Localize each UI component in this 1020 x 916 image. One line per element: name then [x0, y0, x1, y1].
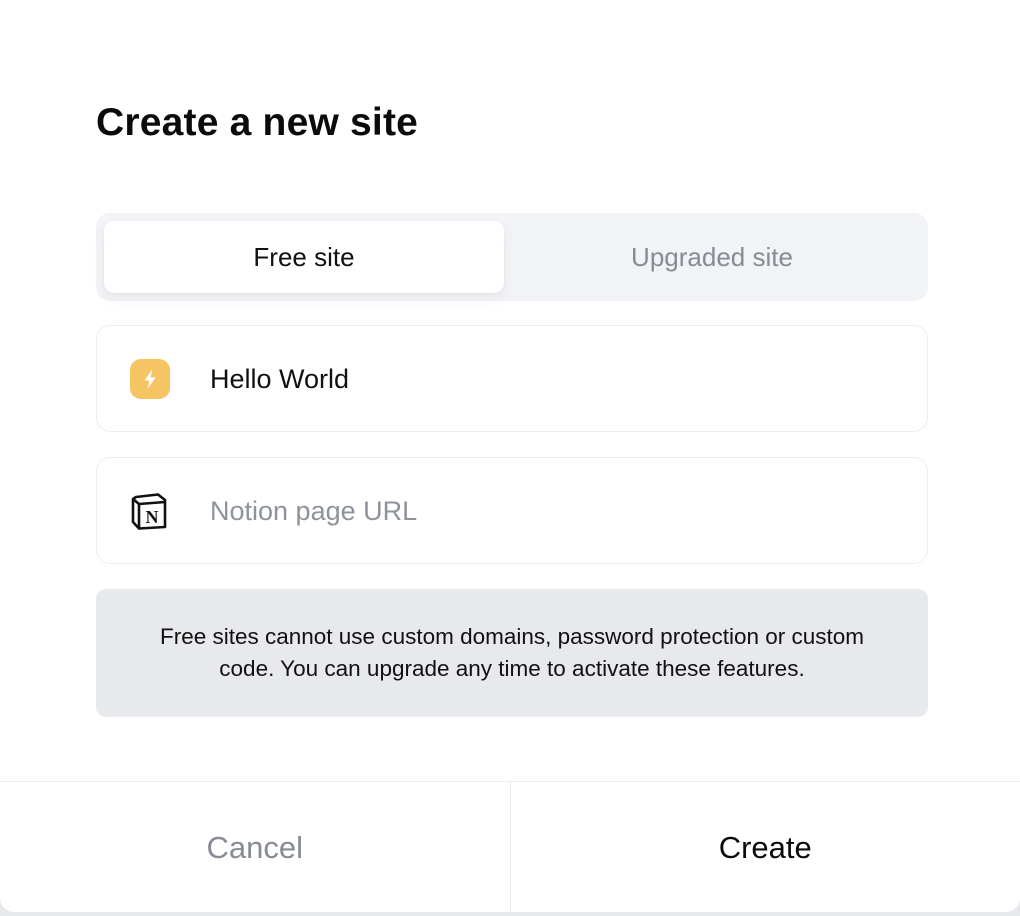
site-name-field	[96, 325, 928, 432]
cancel-button[interactable]: Cancel	[0, 782, 511, 912]
notion-logo-icon: N	[130, 491, 170, 531]
tab-free-site[interactable]: Free site	[104, 221, 504, 293]
dialog-footer: Cancel Create	[0, 781, 1020, 912]
create-button[interactable]: Create	[510, 782, 1020, 912]
lightning-bolt-icon	[130, 359, 170, 399]
notice-text: Free sites cannot use custom domains, pa…	[159, 624, 865, 681]
create-site-dialog: Create a new site Free site Upgraded sit…	[0, 0, 1020, 912]
notion-url-field: N	[96, 457, 928, 564]
free-site-notice: Free sites cannot use custom domains, pa…	[96, 589, 928, 717]
site-type-toggle: Free site Upgraded site	[96, 213, 928, 301]
notion-url-input[interactable]	[210, 488, 900, 534]
tab-upgraded-site[interactable]: Upgraded site	[512, 221, 912, 293]
dialog-title: Create a new site	[96, 101, 419, 144]
svg-text:N: N	[146, 507, 159, 527]
site-name-input[interactable]	[210, 356, 900, 402]
